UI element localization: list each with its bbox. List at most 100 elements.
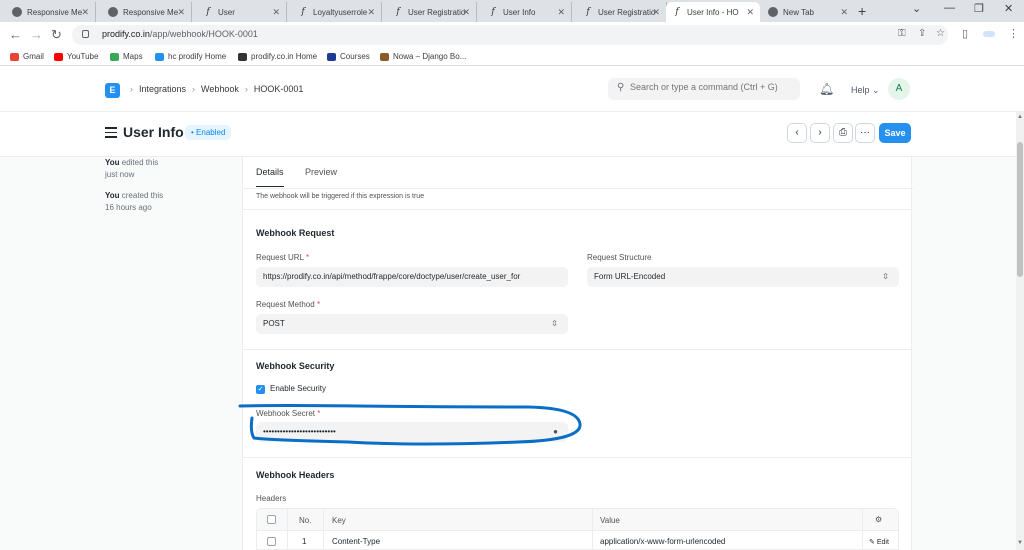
- close-tab-icon[interactable]: ✕: [557, 7, 565, 18]
- print-button[interactable]: ⎙: [833, 123, 853, 143]
- browser-tab[interactable]: f User Info ✕: [482, 2, 572, 22]
- close-tab-icon[interactable]: ✕: [367, 7, 375, 18]
- request-url-label: Request URL *: [256, 253, 310, 262]
- bell-icon[interactable]: 🔔︎: [819, 82, 834, 96]
- breadcrumb-webhook[interactable]: Webhook: [201, 84, 239, 94]
- awesome-bar[interactable]: ⚲: [608, 78, 800, 100]
- bookmark-youtube[interactable]: YouTube: [54, 52, 98, 61]
- webhook-secret-field[interactable]: •••••••••••••••••••••••••• ●: [256, 422, 568, 442]
- bookmark-maps[interactable]: Maps: [110, 52, 143, 61]
- request-structure-select[interactable]: Form URL-Encoded ⇳: [587, 267, 899, 287]
- row-checkbox[interactable]: [267, 537, 276, 546]
- sidebar-toggle-icon[interactable]: [105, 127, 117, 141]
- app-logo[interactable]: E: [105, 83, 120, 98]
- row-value[interactable]: application/x-www-form-urlencoded: [600, 537, 725, 546]
- close-tab-icon[interactable]: ✕: [652, 7, 660, 18]
- bookmark-hc-prodify[interactable]: hc prodify Home: [155, 52, 226, 61]
- timeline-item: You edited this just now: [105, 158, 159, 179]
- password-toggle-icon[interactable]: ●: [553, 422, 558, 442]
- key-icon[interactable]: ⚿: [898, 28, 906, 39]
- search-input[interactable]: [630, 82, 790, 92]
- bookmark-courses[interactable]: Courses: [327, 52, 370, 61]
- reload-icon[interactable]: ↻: [51, 27, 62, 43]
- bookmarks-bar: Gmail YouTube Maps hc prodify Home prodi…: [0, 48, 1024, 66]
- timeline-item: You created this 16 hours ago: [105, 191, 164, 212]
- minimize-icon[interactable]: —: [944, 2, 955, 14]
- status-badge: • Enabled: [185, 125, 232, 140]
- browser-tab[interactable]: f Loyaltyuserrole ✕: [292, 2, 382, 22]
- browser-tab[interactable]: Responsive Me ✕: [102, 2, 192, 22]
- browser-tab[interactable]: f User Registratio ✕: [387, 2, 477, 22]
- chevron-down-icon[interactable]: ⌄: [912, 2, 921, 15]
- prev-doc-button[interactable]: ‹: [787, 123, 807, 143]
- column-no: No.: [299, 516, 312, 525]
- close-tab-icon[interactable]: ✕: [746, 7, 754, 18]
- bookmark-prodify-home[interactable]: prodify.co.in Home: [238, 52, 317, 61]
- next-doc-button[interactable]: ›: [810, 123, 830, 143]
- webhook-secret-label: Webhook Secret *: [256, 409, 321, 418]
- lock-icon: [82, 30, 89, 38]
- close-tab-icon[interactable]: ✕: [81, 7, 89, 18]
- help-dropdown[interactable]: Help ⌄: [851, 85, 880, 96]
- headers-table: No. Key Value ⚙ 1 Content-Type applicati…: [256, 508, 899, 550]
- nowa-icon: [380, 52, 389, 61]
- back-icon[interactable]: ←: [9, 27, 22, 42]
- browser-tab[interactable]: New Tab ✕: [762, 2, 854, 22]
- page-head: User Info • Enabled ‹ › ⎙ ··· Save: [0, 112, 1016, 157]
- avatar[interactable]: A: [888, 78, 910, 100]
- forward-icon[interactable]: →: [30, 27, 43, 42]
- page-scrollbar[interactable]: ▲ ▼: [1016, 112, 1024, 550]
- url-text[interactable]: prodify.co.in/app/webhook/HOOK-0001: [102, 29, 258, 39]
- section-webhook-headers: Webhook Headers: [256, 470, 335, 480]
- browser-tab[interactable]: Responsive Me ✕: [6, 2, 96, 22]
- address-bar: ← → ↻ prodify.co.in/app/webhook/HOOK-000…: [0, 22, 1024, 48]
- row-no: 1: [302, 537, 307, 546]
- scroll-thumb[interactable]: [1017, 142, 1023, 277]
- close-tab-icon[interactable]: ✕: [177, 7, 185, 18]
- menu-dots-icon[interactable]: ⋮: [1008, 27, 1019, 40]
- breadcrumb-integrations[interactable]: Integrations: [139, 84, 186, 94]
- form-card: Details Preview The webhook will be trig…: [242, 157, 913, 550]
- column-value: Value: [600, 516, 620, 525]
- bookmark-nowa[interactable]: Nowa – Django Bo...: [380, 52, 466, 61]
- globe-icon: [12, 7, 22, 17]
- column-key: Key: [332, 516, 346, 525]
- share-icon[interactable]: ⇪: [918, 28, 926, 39]
- frappe-icon: f: [301, 7, 305, 17]
- star-icon[interactable]: ☆: [936, 28, 945, 39]
- tab-details[interactable]: Details: [256, 167, 284, 187]
- close-tab-icon[interactable]: ✕: [272, 7, 280, 18]
- close-window-icon[interactable]: ✕: [1004, 2, 1013, 15]
- form-tabs: Details Preview: [243, 157, 913, 189]
- scroll-up-icon[interactable]: ▲: [1017, 114, 1023, 120]
- restore-icon[interactable]: ❐: [974, 2, 984, 15]
- tab-preview[interactable]: Preview: [305, 167, 337, 177]
- settings-gear-icon[interactable]: ⚙: [875, 515, 882, 524]
- close-tab-icon[interactable]: ✕: [462, 7, 470, 18]
- more-menu-button[interactable]: ···: [855, 123, 875, 143]
- scroll-down-icon[interactable]: ▼: [1017, 540, 1023, 546]
- browser-tab[interactable]: f User ✕: [197, 2, 287, 22]
- breadcrumb-hook[interactable]: HOOK-0001: [254, 84, 304, 94]
- select-all-checkbox[interactable]: [267, 515, 276, 524]
- profile-icon[interactable]: [983, 31, 995, 37]
- request-url-field[interactable]: https://prodify.co.in/api/method/frappe/…: [256, 267, 568, 287]
- app-navbar: E › Integrations › Webhook › HOOK-0001 ⚲…: [0, 66, 1024, 112]
- omnibox[interactable]: prodify.co.in/app/webhook/HOOK-0001 ⚿ ⇪ …: [72, 25, 948, 45]
- browser-tab[interactable]: f User Registratio ✕: [577, 2, 667, 22]
- enable-security-checkbox[interactable]: ✓: [256, 385, 265, 394]
- bookmark-gmail[interactable]: Gmail: [10, 52, 44, 61]
- row-key[interactable]: Content-Type: [332, 537, 380, 546]
- new-tab-icon[interactable]: +: [858, 3, 866, 19]
- maps-icon: [110, 52, 119, 61]
- globe-icon: [108, 7, 118, 17]
- close-tab-icon[interactable]: ✕: [840, 7, 848, 18]
- pencil-icon: ✎: [869, 539, 875, 546]
- save-button[interactable]: Save: [879, 123, 911, 143]
- select-caret-icon: ⇳: [551, 319, 558, 328]
- request-method-select[interactable]: POST ⇳: [256, 314, 568, 334]
- row-edit-button[interactable]: ✎ Edit: [869, 538, 889, 546]
- browser-tab-active[interactable]: f User Info - HO ✕: [666, 2, 760, 22]
- gmail-icon: [10, 52, 19, 61]
- sidepanel-icon[interactable]: ▯: [962, 27, 968, 40]
